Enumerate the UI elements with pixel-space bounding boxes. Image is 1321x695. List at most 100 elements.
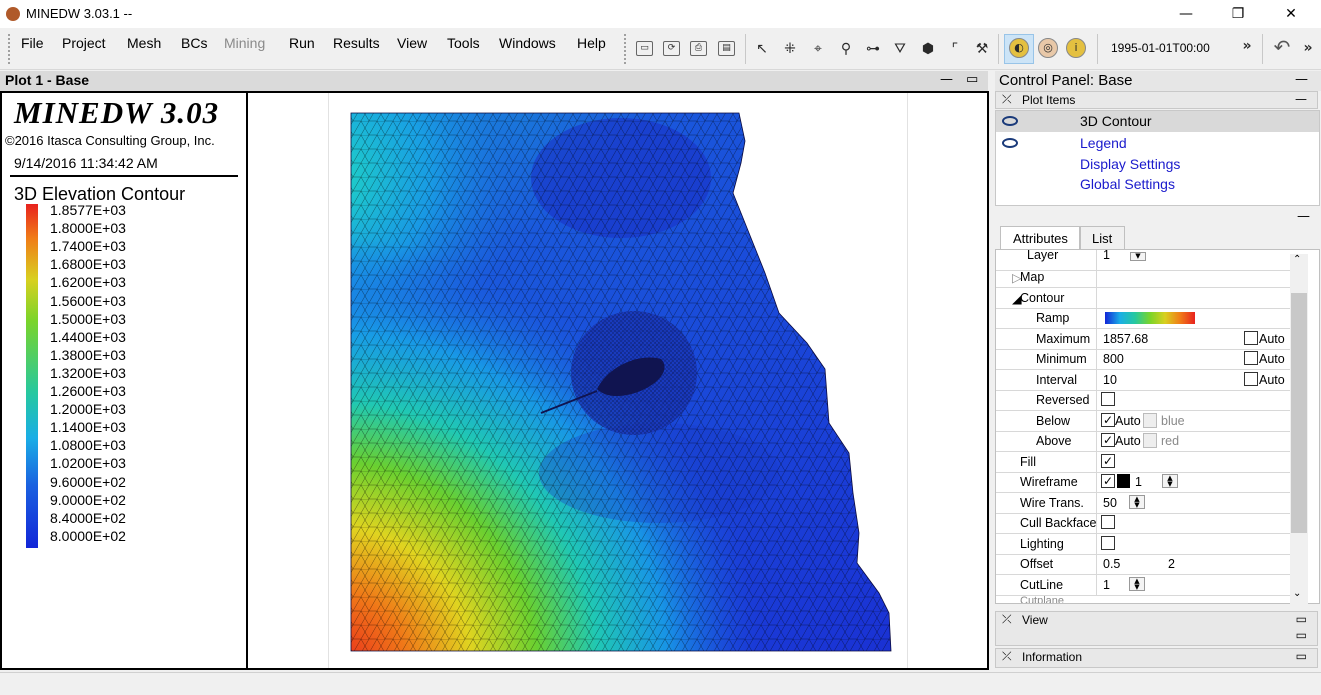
interval-value[interactable]: 10 [1103,373,1117,387]
attributes-grid[interactable]: Layer 1 ▼ ▷ Map ◢ Contour Ramp Maximum 1… [995,249,1320,604]
menu-results[interactable]: Results [333,35,380,51]
attr-row-below[interactable]: Below ✓ Auto blue [996,411,1291,432]
minimum-auto-checkbox[interactable] [1244,351,1258,365]
edit-nodes-icon[interactable]: ⌖ [808,39,828,59]
offset-value-1[interactable]: 0.5 [1103,557,1120,571]
attr-row-offset[interactable]: Offset 0.5 2 [996,554,1291,575]
attr-row-wireframe[interactable]: Wireframe ✓ 1 ▲ ▼ [996,472,1291,493]
menu-bcs[interactable]: BCs [181,35,207,51]
dropdown-arrow-icon[interactable]: ▼ [1130,252,1146,261]
information-maximize-button[interactable]: ▭ [1296,649,1307,663]
below-auto-checkbox[interactable]: ✓ [1101,413,1115,427]
select-arrow-icon[interactable]: ↖ [752,39,772,59]
mesh-contour-plot[interactable] [329,93,907,668]
layer-value[interactable]: 1 [1103,250,1110,262]
attr-row-interval[interactable]: Interval 10 Auto [996,370,1291,391]
menu-help[interactable]: Help [577,35,606,51]
plot-item-global-settings[interactable]: Global Settings [996,174,1319,195]
toolbar-grip[interactable] [8,34,12,64]
wire-trans-value[interactable]: 50 [1103,496,1117,510]
attr-row-maximum[interactable]: Maximum 1857.68 Auto [996,329,1291,350]
scrollbar-thumb[interactable] [1291,293,1307,533]
plot-item-label[interactable]: Global Settings [1080,176,1175,192]
attr-row-reversed[interactable]: Reversed [996,390,1291,411]
view-maximize-button[interactable]: ▭ [1296,612,1307,626]
menu-project[interactable]: Project [62,35,106,51]
minimize-button[interactable]: — [1163,0,1209,28]
offset-value-2[interactable]: 2 [1168,557,1175,571]
wireframe-color-swatch[interactable] [1117,474,1130,488]
measure-icon[interactable]: ⊶ [863,39,883,59]
print-icon[interactable]: ⎙ [690,41,707,56]
scroll-down-icon[interactable]: ⌄ [1293,588,1301,599]
spinner-icon[interactable]: ▲ ▼ [1162,474,1178,488]
plot-item-legend[interactable]: Legend [996,133,1319,154]
plot-area[interactable] [328,93,908,668]
menu-windows[interactable]: Windows [499,35,556,51]
scroll-up-icon[interactable]: ⌃ [1293,254,1301,265]
tab-attributes[interactable]: Attributes [1000,226,1081,250]
below-color-swatch[interactable] [1143,413,1157,428]
attr-row-cull-backface[interactable]: Cull Backface [996,513,1291,534]
reversed-checkbox[interactable] [1101,392,1115,406]
attr-row-lighting[interactable]: Lighting [996,534,1291,555]
above-color-swatch[interactable] [1143,433,1157,448]
menu-file[interactable]: File [21,35,44,51]
attr-row-fill[interactable]: Fill ✓ [996,452,1291,473]
visibility-eye-icon[interactable] [1002,138,1018,148]
menu-tools[interactable]: Tools [447,35,480,51]
plot-item-3d-contour[interactable]: 3D Contour [996,111,1319,132]
above-auto-checkbox[interactable]: ✓ [1101,433,1115,447]
attr-row-cutline[interactable]: CutLine 1 ▲ ▼ [996,575,1291,596]
view-section-header[interactable]: ⤫ View ▭ ▭ [995,611,1318,646]
info-icon[interactable]: i [1066,38,1086,58]
select-node-icon[interactable]: ⁜ [780,39,800,59]
refresh-icon[interactable]: ⟳ [663,41,680,56]
attr-row-contour[interactable]: ◢ Contour [996,288,1291,309]
plot-items-header[interactable]: ⤫ Plot Items — [995,91,1318,109]
wireframe-width-value[interactable]: 1 [1135,475,1142,489]
datetime-selector[interactable]: 1995-01-01T00:00 [1111,41,1210,55]
wireframe-checkbox[interactable]: ✓ [1101,474,1115,488]
attr-row-above[interactable]: Above ✓ Auto red [996,431,1291,452]
fill-checkbox[interactable]: ✓ [1101,454,1115,468]
menu-run[interactable]: Run [289,35,315,51]
view-mode-2-icon[interactable]: ◎ [1038,38,1058,58]
bracket-icon[interactable]: ⌜ [945,39,965,59]
attr-row-minimum[interactable]: Minimum 800 Auto [996,349,1291,370]
restore-button[interactable]: ❐ [1215,0,1261,28]
export-icon[interactable]: ▤ [718,41,735,56]
tab-list[interactable]: List [1079,226,1126,250]
zoom-icon[interactable]: ⚲ [836,39,856,59]
color-ramp-swatch[interactable] [1105,312,1195,324]
collapse-icon[interactable]: ⤫ [1002,612,1012,627]
attr-row-wire-trans[interactable]: Wire Trans. 50 ▲ ▼ [996,493,1291,514]
undo-icon[interactable]: ↶ [1272,37,1292,57]
plot-frame[interactable]: MINEDW 3.03 ©2016 Itasca Consulting Grou… [0,91,989,670]
attr-row-ramp[interactable]: Ramp [996,308,1291,329]
spinner-icon[interactable]: ▲ ▼ [1129,495,1145,509]
minimize-panel-button[interactable]: — [940,72,953,87]
collapse-icon[interactable]: ⤫ [1002,92,1012,107]
attributes-minimize-button[interactable]: — [1297,209,1310,224]
maximum-auto-checkbox[interactable] [1244,331,1258,345]
cube-icon[interactable]: ⬢ [918,39,938,59]
overflow-chevron-icon[interactable]: » [1298,38,1318,58]
control-panel-minimize-button[interactable]: — [1295,72,1308,87]
plot-item-display-settings[interactable]: Display Settings [996,154,1319,175]
toolbar-grip[interactable] [624,34,628,64]
plot-items-list[interactable]: 3D Contour Legend Display Settings Globa… [995,110,1320,206]
collapse-icon[interactable]: ⤫ [1002,649,1012,664]
menu-view[interactable]: View [397,35,427,51]
lighting-checkbox[interactable] [1101,536,1115,550]
attr-row-cutplane[interactable]: Cutplane [996,595,1291,603]
information-section-header[interactable]: ⤫ Information ▭ [995,648,1318,668]
spinner-icon[interactable]: ▲ ▼ [1129,577,1145,591]
minimum-value[interactable]: 800 [1103,352,1124,366]
network-icon[interactable]: ⛛ [890,39,910,59]
plot-item-label[interactable]: Display Settings [1080,156,1180,172]
visibility-eye-icon[interactable] [1002,116,1018,126]
wrench-icon[interactable]: ⚒ [972,39,992,59]
close-button[interactable]: ✕ [1268,0,1314,28]
menu-mesh[interactable]: Mesh [127,35,161,51]
